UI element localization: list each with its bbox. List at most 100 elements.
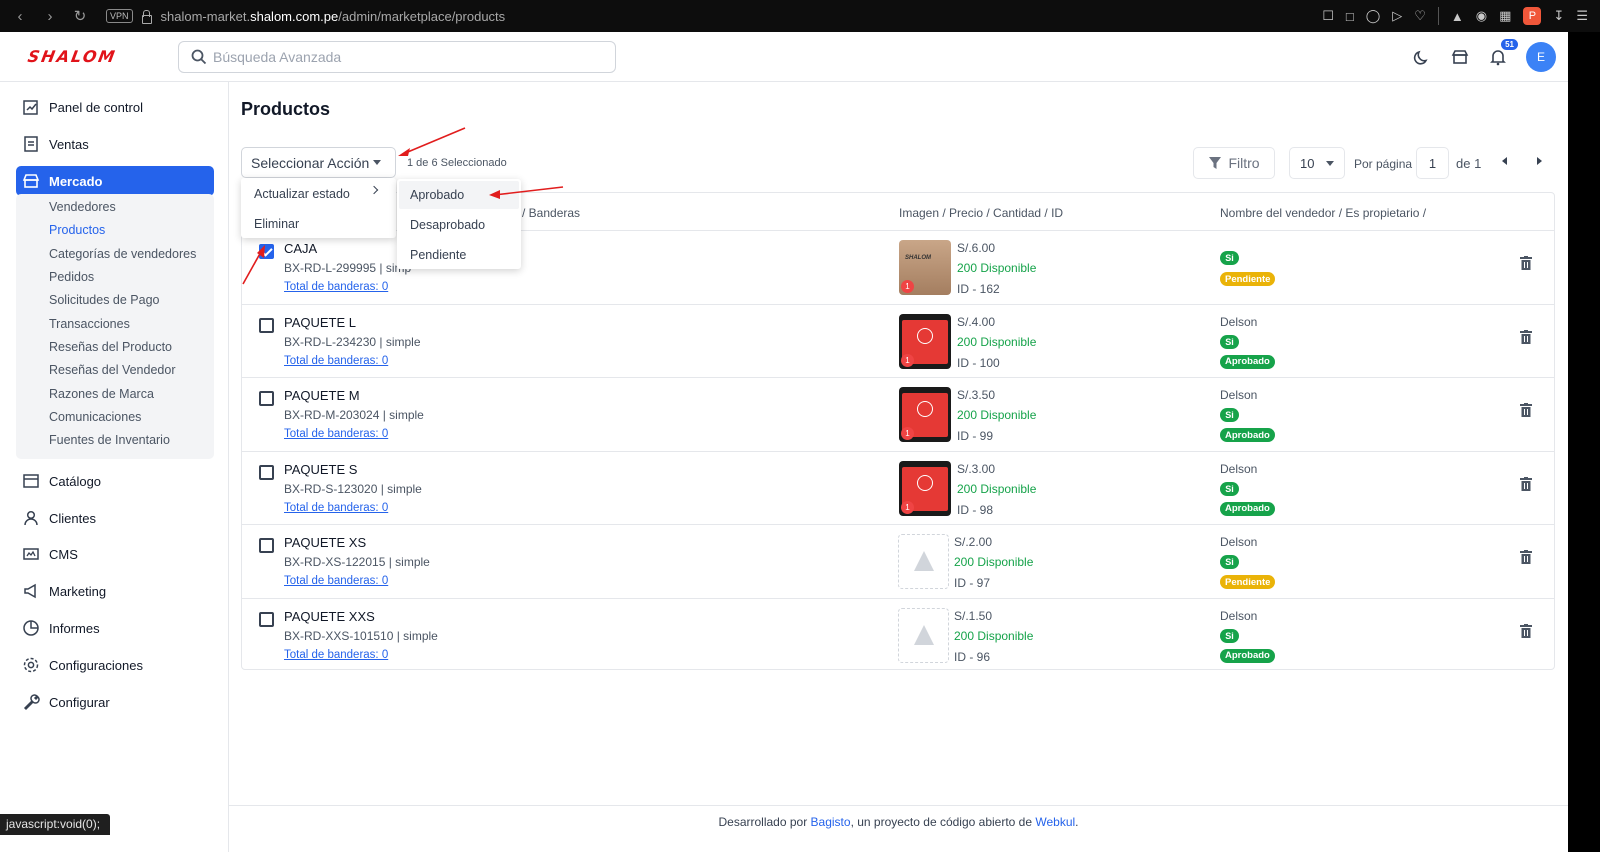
wallet-icon[interactable]: ◉ bbox=[1476, 8, 1487, 24]
row-checkbox[interactable] bbox=[259, 611, 274, 627]
sidebar-item-marketing[interactable]: Marketing bbox=[16, 576, 214, 606]
row-checkbox[interactable] bbox=[259, 464, 274, 480]
heart-icon[interactable]: ♡ bbox=[1414, 8, 1426, 24]
submenu-communications[interactable]: Comunicaciones bbox=[49, 410, 141, 424]
menu-icon[interactable]: ☰ bbox=[1576, 8, 1588, 24]
trash-icon[interactable] bbox=[1520, 476, 1532, 491]
reports-icon bbox=[21, 618, 41, 638]
submenu-payment-requests[interactable]: Solicitudes de Pago bbox=[49, 293, 160, 307]
submenu-products[interactable]: Productos bbox=[49, 223, 105, 237]
product-image[interactable] bbox=[898, 534, 949, 589]
sidebar-item-configure[interactable]: Configurar bbox=[16, 687, 214, 717]
submenu-inventory-sources[interactable]: Fuentes de Inventario bbox=[49, 433, 170, 447]
back-icon[interactable]: ‹ bbox=[12, 8, 28, 25]
row-checkbox[interactable] bbox=[259, 391, 274, 406]
search-input[interactable] bbox=[213, 49, 593, 65]
flags-link[interactable]: Total de banderas: 0 bbox=[284, 502, 388, 514]
menu-item-pending[interactable]: Pendiente bbox=[410, 248, 466, 262]
vendor-name: Delson bbox=[1220, 535, 1258, 549]
vpn-badge[interactable]: VPN bbox=[106, 9, 133, 23]
trash-icon[interactable] bbox=[1520, 550, 1532, 564]
menu-item-approved[interactable]: Aprobado bbox=[410, 188, 464, 202]
chevron-right-icon bbox=[369, 185, 379, 195]
submenu-product-reviews[interactable]: Reseñas del Producto bbox=[49, 340, 172, 354]
trash-icon[interactable] bbox=[1520, 256, 1532, 270]
tabs-icon[interactable]: ▦ bbox=[1499, 8, 1511, 24]
submenu-transactions[interactable]: Transacciones bbox=[49, 317, 130, 331]
sidebar-item-settings[interactable]: Configuraciones bbox=[16, 650, 214, 680]
owner-badge: Si bbox=[1220, 408, 1239, 422]
product-image[interactable] bbox=[898, 607, 949, 663]
flags-link[interactable]: Total de banderas: 0 bbox=[284, 649, 388, 661]
previous-page-icon[interactable] bbox=[1502, 157, 1507, 165]
sidebar-item-reports[interactable]: Informes bbox=[16, 613, 214, 643]
column-header-vendor[interactable]: Nombre del vendedor / Es propietario / bbox=[1220, 206, 1426, 220]
submenu-seller-categories[interactable]: Categorías de vendedores bbox=[49, 247, 196, 261]
product-image[interactable]: 1 bbox=[899, 313, 951, 369]
chevron-down-icon bbox=[1326, 161, 1334, 166]
trash-icon[interactable] bbox=[1520, 329, 1532, 344]
reload-icon[interactable]: ↻ bbox=[72, 7, 88, 25]
profile-icon[interactable]: P bbox=[1523, 7, 1542, 25]
play-icon[interactable]: ▷ bbox=[1392, 8, 1402, 24]
submenu-orders[interactable]: Pedidos bbox=[49, 270, 94, 284]
sidebar-item-cms[interactable]: CMS bbox=[16, 539, 214, 569]
row-checkbox[interactable] bbox=[259, 244, 274, 259]
sidebar-item-customers[interactable]: Clientes bbox=[16, 503, 214, 533]
screenshot-icon[interactable]: □ bbox=[1346, 9, 1354, 24]
menu-item-disapproved[interactable]: Desaprobado bbox=[410, 218, 485, 232]
per-page-label: Por página bbox=[1354, 157, 1413, 171]
filter-button[interactable]: Filtro bbox=[1193, 147, 1275, 179]
bagisto-link[interactable]: Bagisto bbox=[811, 815, 851, 829]
trash-icon[interactable] bbox=[1520, 403, 1532, 417]
sidebar-item-marketplace[interactable]: Mercado bbox=[16, 166, 214, 196]
sidebar-item-dashboard[interactable]: Panel de control bbox=[16, 92, 214, 122]
product-image[interactable]: 1 bbox=[899, 460, 951, 516]
forward-icon[interactable]: › bbox=[42, 8, 58, 25]
image-count-badge: 1 bbox=[901, 280, 914, 293]
sidebar-item-sales[interactable]: Ventas bbox=[16, 129, 214, 159]
submenu-seller-reviews[interactable]: Reseñas del Vendedor bbox=[49, 363, 175, 377]
lock-icon[interactable] bbox=[141, 10, 152, 24]
flags-link[interactable]: Total de banderas: 0 bbox=[284, 428, 388, 440]
sidebar-item-catalog[interactable]: Catálogo bbox=[16, 466, 214, 496]
page-number-input[interactable] bbox=[1416, 147, 1449, 179]
column-header-name[interactable]: o / Banderas bbox=[512, 206, 580, 220]
user-avatar[interactable]: E bbox=[1526, 42, 1556, 72]
product-image[interactable]: SHALOM 1 bbox=[899, 240, 951, 295]
row-checkbox[interactable] bbox=[259, 538, 274, 553]
download-icon[interactable]: ↧ bbox=[1553, 8, 1564, 24]
product-image[interactable]: 1 bbox=[899, 387, 951, 442]
flags-link[interactable]: Total de banderas: 0 bbox=[284, 575, 388, 587]
vendor-name: Delson bbox=[1220, 608, 1258, 623]
submenu-sellers[interactable]: Vendedores bbox=[49, 200, 116, 214]
submenu-brand-reasons[interactable]: Razones de Marca bbox=[49, 387, 154, 401]
next-page-icon[interactable] bbox=[1537, 157, 1542, 165]
shalom-logo[interactable]: SHALOM bbox=[26, 47, 118, 66]
menu-item-update-status[interactable]: Actualizar estado bbox=[254, 187, 350, 201]
storefront-icon[interactable] bbox=[1450, 47, 1470, 67]
sales-icon bbox=[21, 134, 41, 154]
footer: Desarrollado por Bagisto, un proyecto de… bbox=[229, 805, 1568, 852]
shield-icon[interactable]: ◯ bbox=[1366, 8, 1381, 24]
search-bar[interactable] bbox=[178, 41, 616, 73]
column-header-image-price[interactable]: Imagen / Precio / Cantidad / ID bbox=[899, 206, 1063, 220]
dashboard-icon bbox=[21, 97, 41, 117]
extension-icon[interactable]: ▲ bbox=[1451, 9, 1464, 24]
row-checkbox[interactable] bbox=[259, 317, 274, 333]
menu-item-delete[interactable]: Eliminar bbox=[254, 217, 299, 231]
sidebar-item-label: Ventas bbox=[49, 136, 89, 152]
image-count-badge: 1 bbox=[901, 427, 914, 440]
dark-mode-icon[interactable] bbox=[1412, 47, 1432, 67]
product-price: S/.4.00 bbox=[957, 314, 996, 329]
webkul-link[interactable]: Webkul bbox=[1035, 815, 1075, 829]
per-page-select[interactable]: 10 bbox=[1289, 147, 1345, 179]
product-stock: 200 Disponible bbox=[957, 261, 1037, 275]
flags-link[interactable]: Total de banderas: 0 bbox=[284, 355, 388, 367]
notification-bell-icon[interactable]: 51 bbox=[1488, 39, 1518, 67]
trash-icon[interactable] bbox=[1520, 623, 1532, 638]
flags-link[interactable]: Total de banderas: 0 bbox=[284, 281, 388, 293]
bookmark-icon[interactable]: ☐ bbox=[1322, 8, 1334, 24]
mass-action-select[interactable]: Seleccionar Acción bbox=[241, 147, 396, 178]
address-bar[interactable]: shalom-market.shalom.com.pe/admin/market… bbox=[161, 9, 506, 24]
